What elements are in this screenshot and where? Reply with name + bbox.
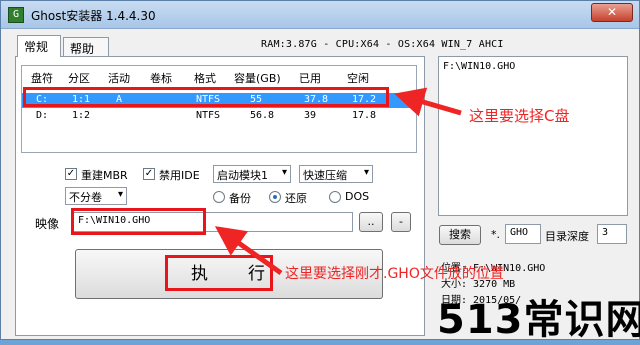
annotation-select-gho: 这里要选择刚才.GHO文件放的位置 [285,266,504,282]
tab-general[interactable]: 常规 [17,35,61,57]
annotation-select-c: 这里要选择C盘 [469,107,570,125]
arrow-to-c-drive [394,87,462,117]
watermark-logo: 513常识网 [437,297,640,343]
ghost-installer-window: G Ghost安装器 1.4.4.30 ✕ 常规 帮助 RAM:3.87G - … [0,0,640,343]
arrow-to-image-path [214,226,283,276]
